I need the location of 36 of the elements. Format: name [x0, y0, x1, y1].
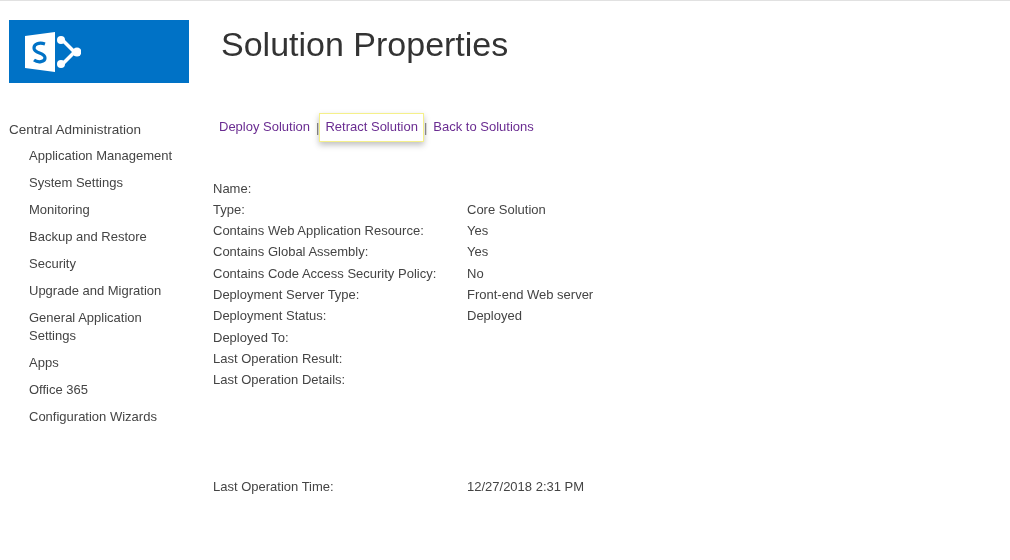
sidebar-item[interactable]: Configuration Wizards — [29, 408, 179, 427]
property-value: Deployed — [467, 307, 522, 326]
property-label: Deployment Status: — [213, 308, 327, 324]
property-value: No — [467, 264, 484, 283]
property-label: Last Operation Time: — [213, 479, 334, 495]
property-value: 12/27/2018 2:31 PM — [467, 478, 585, 497]
property-label: Contains Global Assembly: — [213, 244, 369, 260]
sidebar-item[interactable]: Upgrade and Migration — [29, 282, 179, 301]
property-label: Type: — [213, 201, 245, 217]
page-title: Solution Properties — [221, 27, 510, 61]
action-link[interactable]: Deploy Solution — [213, 113, 317, 142]
sidebar-item[interactable]: Office 365 — [29, 381, 179, 400]
sidebar-item[interactable]: Monitoring — [29, 201, 179, 220]
property-label: Last Operation Result: — [213, 350, 343, 366]
sidebar-item[interactable]: Apps — [29, 354, 179, 373]
separator: | — [423, 118, 428, 137]
sidebar-item[interactable]: System Settings — [29, 174, 179, 193]
property-label: Name: — [213, 180, 252, 196]
sidebar-item[interactable]: General Application Settings — [29, 309, 179, 346]
property-value: Front-end Web server — [467, 286, 594, 304]
sharepoint-logo-icon — [25, 31, 81, 72]
sidebar-heading[interactable]: Central Administration — [9, 120, 200, 141]
property-value: Yes — [467, 243, 489, 262]
property-label: Contains Web Application Resource: — [213, 223, 424, 239]
sidebar-item[interactable]: Application Management — [29, 147, 179, 166]
property-label: Deployment Server Type: — [213, 287, 360, 302]
action-link[interactable]: Retract Solution — [319, 113, 424, 142]
separator: | — [316, 118, 320, 137]
property-value: Yes — [467, 222, 489, 241]
property-label: Deployed To: — [213, 329, 289, 345]
property-value: Core Solution — [467, 200, 546, 219]
action-link[interactable]: Back to Solutions — [427, 113, 540, 142]
property-label: Last Operation Details: — [213, 372, 346, 388]
sidebar-item[interactable]: Security — [29, 255, 179, 274]
sidebar-item[interactable]: Backup and Restore — [29, 228, 179, 247]
property-label: Contains Code Access Security Policy: — [213, 265, 437, 281]
